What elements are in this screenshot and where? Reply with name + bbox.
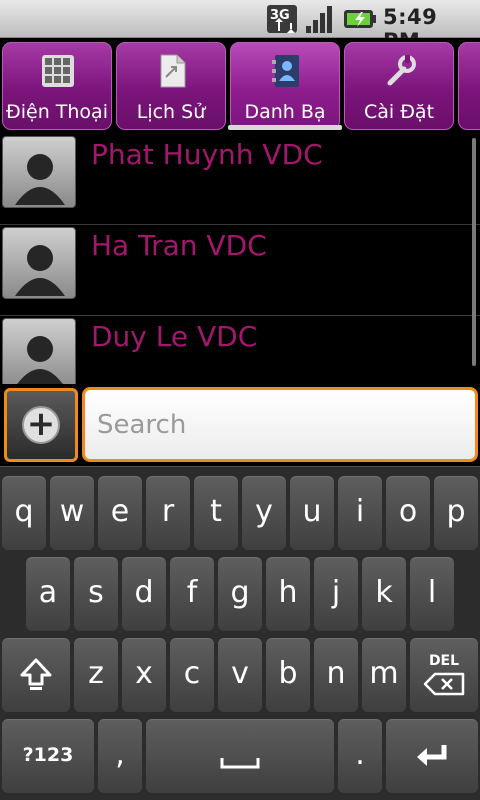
space-icon xyxy=(220,758,260,769)
tab-label: Lịch Sử xyxy=(136,101,206,123)
key-e[interactable]: e xyxy=(98,476,142,550)
delete-label: DEL xyxy=(428,653,460,669)
backspace-icon xyxy=(423,672,465,696)
tab-contacts[interactable]: Danh Bạ xyxy=(230,42,340,130)
key-s[interactable]: s xyxy=(74,557,118,631)
avatar[interactable] xyxy=(2,136,76,208)
battery-charging-icon xyxy=(344,10,376,28)
key-y[interactable]: y xyxy=(242,476,286,550)
key-v[interactable]: v xyxy=(218,638,262,712)
period-key[interactable]: . xyxy=(338,719,382,793)
settings-icon xyxy=(387,55,416,86)
key-z[interactable]: z xyxy=(74,638,118,712)
tab-settings[interactable]: Cài Đặt xyxy=(344,42,454,130)
search-input[interactable] xyxy=(97,406,457,444)
contact-name: Ha Tran VDC xyxy=(91,229,267,262)
avatar[interactable] xyxy=(2,318,76,384)
key-l[interactable]: l xyxy=(410,557,454,631)
delete-key[interactable]: DEL xyxy=(410,638,478,712)
soft-keyboard: q w e r t y u i o p a s d f g h j k l z … xyxy=(0,466,480,800)
search-field[interactable] xyxy=(82,387,478,462)
status-bar: 3G 5:49 PM xyxy=(0,0,480,53)
key-b[interactable]: b xyxy=(266,638,310,712)
enter-key[interactable] xyxy=(386,719,478,793)
comma-key[interactable]: , xyxy=(98,719,142,793)
selected-tab-indicator xyxy=(228,125,342,130)
tab-more[interactable] xyxy=(458,42,480,130)
shift-icon xyxy=(20,658,52,690)
symbols-key[interactable]: ?123 xyxy=(2,719,94,793)
key-d[interactable]: d xyxy=(122,557,166,631)
key-x[interactable]: x xyxy=(122,638,166,712)
key-p[interactable]: p xyxy=(434,476,478,550)
space-key[interactable] xyxy=(146,719,334,793)
list-item[interactable]: Phat Huynh VDC xyxy=(0,134,480,225)
key-m[interactable]: m xyxy=(362,638,406,712)
tab-label: Điện Thoại xyxy=(6,101,108,123)
key-q[interactable]: q xyxy=(2,476,46,550)
dialpad-icon xyxy=(42,55,74,87)
key-k[interactable]: k xyxy=(362,557,406,631)
key-w[interactable]: w xyxy=(50,476,94,550)
search-bar: + xyxy=(0,384,480,466)
key-f[interactable]: f xyxy=(170,557,214,631)
key-u[interactable]: u xyxy=(290,476,334,550)
plus-icon: + xyxy=(22,406,60,444)
tab-dialer[interactable]: Điện Thoại xyxy=(2,42,112,130)
contact-name: Phat Huynh VDC xyxy=(91,138,323,171)
key-g[interactable]: g xyxy=(218,557,262,631)
3g-network-icon: 3G xyxy=(267,5,297,33)
key-t[interactable]: t xyxy=(194,476,238,550)
shift-key[interactable] xyxy=(2,638,70,712)
tab-label: Danh Bạ xyxy=(244,101,326,123)
contacts-icon xyxy=(272,55,299,87)
enter-icon xyxy=(417,745,447,766)
list-item[interactable]: Duy Le VDC xyxy=(0,316,480,384)
list-item[interactable]: Ha Tran VDC xyxy=(0,225,480,316)
contact-name: Duy Le VDC xyxy=(91,320,258,353)
key-a[interactable]: a xyxy=(26,557,70,631)
scrollbar[interactable] xyxy=(472,138,476,366)
key-r[interactable]: r xyxy=(146,476,190,550)
tab-history[interactable]: Lịch Sử xyxy=(116,42,226,130)
key-j[interactable]: j xyxy=(314,557,358,631)
avatar[interactable] xyxy=(2,227,76,299)
key-o[interactable]: o xyxy=(386,476,430,550)
key-c[interactable]: c xyxy=(170,638,214,712)
tab-bar: Điện Thoại Lịch Sử Danh Bạ Cài Đặt xyxy=(0,38,480,132)
key-i[interactable]: i xyxy=(338,476,382,550)
key-n[interactable]: n xyxy=(314,638,358,712)
key-h[interactable]: h xyxy=(266,557,310,631)
signal-strength-icon xyxy=(306,6,332,33)
history-icon xyxy=(160,54,186,88)
tab-label: Cài Đặt xyxy=(363,101,435,123)
contact-list[interactable]: Phat Huynh VDC Ha Tran VDC Duy Le VDC xyxy=(0,134,480,384)
add-contact-button[interactable]: + xyxy=(4,388,78,462)
